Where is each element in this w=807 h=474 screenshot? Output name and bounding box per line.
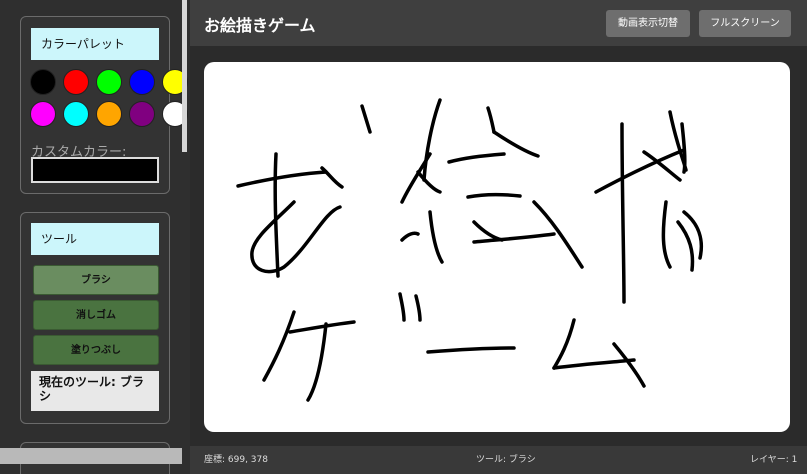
color-swatch-orange[interactable] (96, 101, 122, 127)
tools-title: ツール (31, 223, 159, 255)
header: お絵描きゲーム 動画表示切替 フルスクリーン (190, 0, 807, 46)
custom-color-input[interactable] (31, 157, 159, 183)
current-tool-display: 現在のツール: ブラシ (31, 371, 159, 411)
fill-button[interactable]: 塗りつぶし (33, 335, 159, 365)
color-swatch-cyan[interactable] (63, 101, 89, 127)
color-swatch-purple[interactable] (129, 101, 155, 127)
app-title: お絵描きゲーム (204, 16, 316, 35)
video-toggle-button[interactable]: 動画表示切替 (606, 10, 690, 37)
eraser-button[interactable]: 消しゴム (33, 300, 159, 330)
drawing-canvas[interactable] (204, 62, 790, 432)
color-palette-title: カラーパレット (31, 28, 159, 60)
color-swatch-red[interactable] (63, 69, 89, 95)
current-tool-status: ツール: ブラシ (476, 455, 536, 465)
coordinates-display: 座標: 699, 378 (204, 455, 268, 465)
canvas-area (190, 46, 807, 446)
color-swatch-black[interactable] (30, 69, 56, 95)
fullscreen-button[interactable]: フルスクリーン (699, 10, 791, 37)
color-palette-panel: カラーパレット カスタムカラー: (20, 16, 188, 194)
color-swatch-green[interactable] (96, 69, 122, 95)
color-swatch-magenta[interactable] (30, 101, 56, 127)
statusbar: 座標: 699, 378 ツール: ブラシ レイヤー: 1 (190, 446, 807, 474)
layer-status: レイヤー: 1 (750, 455, 798, 465)
color-swatch-blue[interactable] (129, 69, 155, 95)
tools-panel: ツール ブラシ 消しゴム 塗りつぶし 現在のツール: ブラシ (20, 212, 170, 424)
sidebar: カラーパレット カスタムカラー: ツール ブラシ 消しゴム 塗りつぶし 現在のツ… (0, 0, 190, 474)
canvas-drawing (236, 98, 704, 402)
sidebar-vertical-scrollbar[interactable] (182, 0, 187, 152)
brush-button[interactable]: ブラシ (33, 265, 159, 295)
sidebar-horizontal-scrollbar[interactable] (0, 448, 182, 464)
